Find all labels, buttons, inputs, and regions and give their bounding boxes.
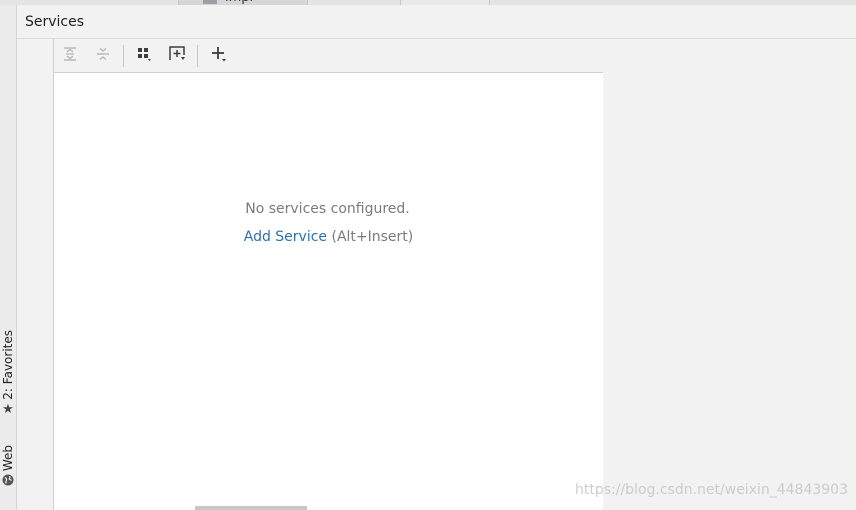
star-icon: ★ [2,401,14,417]
toolbar-separator [197,45,198,67]
expand-all-icon [62,46,78,66]
globe-icon [2,474,14,489]
services-header: Services [17,5,856,39]
editor-tab-label: impl [225,0,253,4]
services-title: Services [25,14,85,30]
collapse-all-button[interactable] [91,44,115,68]
horizontal-scrollbar[interactable] [195,506,307,510]
ide-window: impl 2: Favorites ★ Web Services [0,0,856,510]
favorites-label: 2: Favorites [1,330,15,400]
add-button[interactable] [207,44,231,68]
web-label: Web [1,445,15,472]
open-in-new-tab-icon [167,44,187,68]
favorites-tool-button[interactable]: 2: Favorites ★ [0,330,16,416]
web-tool-button[interactable]: Web [0,445,16,489]
toolbar-separator [123,45,124,67]
service-detail-area [603,39,856,510]
left-tool-strip: 2: Favorites ★ Web [0,5,17,510]
collapse-all-icon [95,46,111,66]
empty-state: No services configured. Add Service (Alt… [54,199,603,247]
services-toolbar [54,39,603,73]
group-by-icon [136,45,154,67]
left-gutter [17,39,53,510]
open-in-new-tab-button[interactable] [165,44,189,68]
add-service-shortcut: (Alt+Insert) [331,229,414,245]
group-by-button[interactable] [133,44,157,68]
add-service-line: Add Service (Alt+Insert) [54,227,603,247]
empty-message: No services configured. [245,201,410,217]
watermark: https://blog.csdn.net/weixin_44843903 [574,482,848,498]
expand-all-button[interactable] [58,44,82,68]
add-service-link[interactable]: Add Service [244,229,327,245]
add-icon [210,45,228,67]
services-tree-panel: No services configured. Add Service (Alt… [53,39,604,510]
folder-icon [203,0,217,4]
